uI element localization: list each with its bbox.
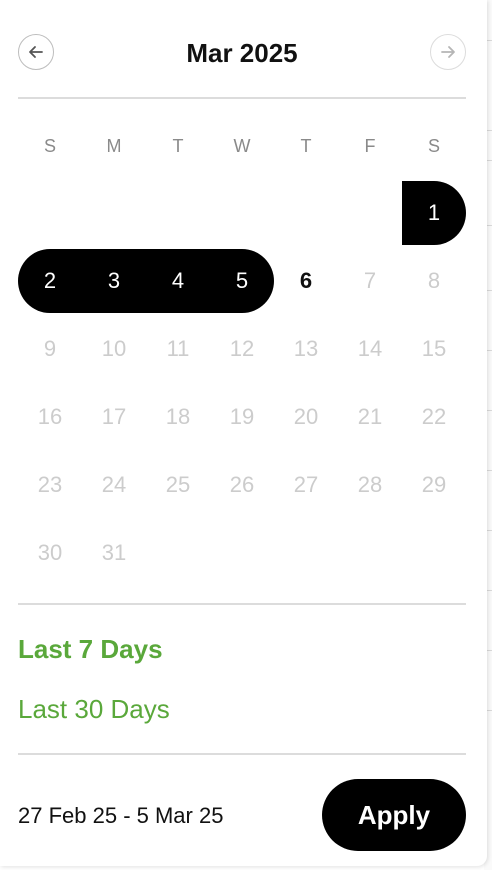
day-cell-11: 11 bbox=[166, 336, 190, 361]
day-cell-9: 9 bbox=[43, 336, 57, 361]
weekday-label: W bbox=[233, 136, 251, 156]
month-title: Mar 2025 bbox=[186, 38, 298, 68]
calendar-divider bbox=[18, 603, 466, 605]
header-divider bbox=[18, 97, 466, 99]
day-cell-13: 13 bbox=[293, 336, 319, 361]
day-cell-12: 12 bbox=[229, 336, 255, 361]
weekday-label: M bbox=[106, 136, 122, 156]
day-cell-8: 8 bbox=[427, 268, 441, 293]
day-cell-29: 29 bbox=[421, 472, 447, 497]
day-cell-22: 22 bbox=[421, 404, 447, 429]
day-grid: 1 2 3 4 5 6 7 8 9 10 11 12 13 14 15 16 17 18 19 20 21 22 23 24 2… bbox=[18, 181, 466, 589]
empty-day-cell bbox=[338, 181, 402, 245]
day-cell-2[interactable]: 2 bbox=[18, 249, 82, 313]
day-cell-25: 25 bbox=[165, 472, 191, 497]
empty-day-cell bbox=[338, 521, 402, 585]
day-cell-4[interactable]: 4 bbox=[146, 249, 210, 313]
weekday-label: S bbox=[43, 136, 56, 156]
calendar-week-row: 30 31 bbox=[18, 521, 466, 585]
empty-day-cell bbox=[274, 521, 338, 585]
day-cell-26: 26 bbox=[229, 472, 255, 497]
next-month-button[interactable] bbox=[430, 34, 466, 70]
selected-range-text: 27 Feb 25 - 5 Mar 25 bbox=[18, 803, 224, 828]
calendar-header: Mar 2025 bbox=[18, 34, 466, 72]
weekday-label: S bbox=[427, 136, 440, 156]
empty-day-cell bbox=[210, 181, 274, 245]
day-cell-19: 19 bbox=[229, 404, 255, 429]
empty-day-cell bbox=[210, 521, 274, 585]
calendar-week-row: 9 10 11 12 13 14 15 bbox=[18, 317, 466, 381]
day-cell-23: 23 bbox=[37, 472, 63, 497]
day-cell-24: 24 bbox=[101, 472, 127, 497]
day-cell-5[interactable]: 5 bbox=[210, 249, 274, 313]
weekday-label: T bbox=[300, 136, 312, 156]
weekday-label: T bbox=[172, 136, 184, 156]
day-cell-10: 10 bbox=[101, 336, 127, 361]
calendar-week-row: 23 24 25 26 27 28 29 bbox=[18, 453, 466, 517]
day-cell-14: 14 bbox=[357, 336, 383, 361]
apply-button[interactable]: Apply bbox=[322, 779, 466, 851]
day-cell-16: 16 bbox=[37, 404, 63, 429]
empty-day-cell bbox=[274, 181, 338, 245]
empty-day-cell bbox=[146, 521, 210, 585]
calendar-week-row: 234567 8 bbox=[18, 249, 466, 313]
day-cell-20: 20 bbox=[293, 404, 319, 429]
empty-day-cell bbox=[18, 181, 82, 245]
day-cell-31: 31 bbox=[101, 540, 127, 565]
day-cell-1[interactable]: 1 bbox=[402, 181, 466, 245]
empty-day-cell bbox=[82, 181, 146, 245]
day-cell-27: 27 bbox=[293, 472, 319, 497]
empty-day-cell bbox=[146, 181, 210, 245]
weekday-label: F bbox=[364, 136, 376, 156]
day-cell-17: 17 bbox=[101, 404, 127, 429]
empty-day-cell bbox=[402, 521, 466, 585]
day-cell-18: 18 bbox=[165, 404, 191, 429]
weekday-row: SMTWTFS bbox=[18, 136, 466, 160]
quick-range-last-7-days[interactable]: Last 7 Days bbox=[18, 634, 163, 665]
day-cell-3[interactable]: 3 bbox=[82, 249, 146, 313]
day-cell-30: 30 bbox=[37, 540, 63, 565]
day-cell-6[interactable]: 6 bbox=[274, 249, 338, 313]
quick-range-last-30-days[interactable]: Last 30 Days bbox=[18, 694, 170, 725]
footer-divider bbox=[18, 753, 466, 755]
day-cell-15: 15 bbox=[421, 336, 447, 361]
day-cell-28: 28 bbox=[357, 472, 383, 497]
date-range-picker: Mar 2025 SMTWTFS 1 2 3 4 5 6 7 8 9 10 11 12 13 14 15 16… bbox=[0, 0, 487, 866]
calendar-week-row: 1 bbox=[18, 181, 466, 245]
calendar-week-row: 16 17 18 19 20 21 22 bbox=[18, 385, 466, 449]
arrow-right-icon bbox=[441, 46, 455, 58]
day-cell-7: 7 bbox=[363, 268, 377, 293]
day-cell-21: 21 bbox=[357, 404, 383, 429]
